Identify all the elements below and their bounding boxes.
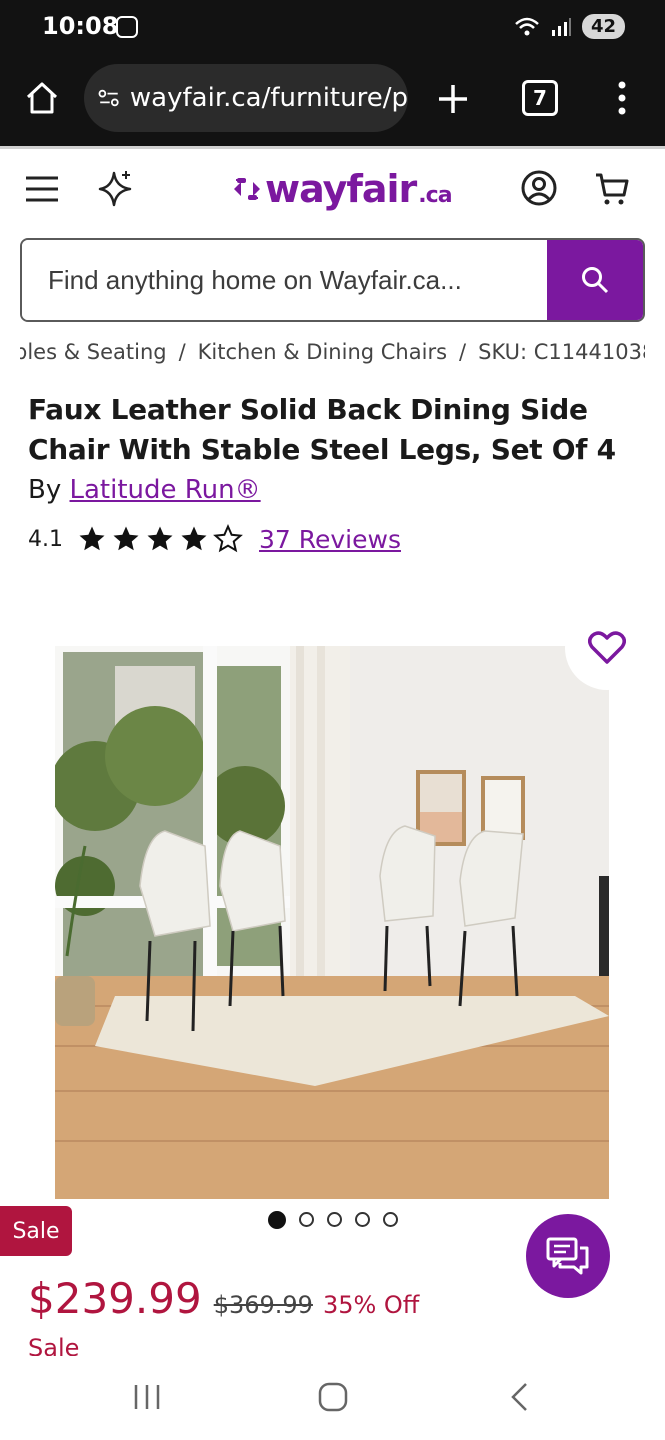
brand-byline: By Latitude Run® [28,475,261,505]
star-full-icon [181,526,207,551]
carousel-dot[interactable] [383,1212,398,1227]
status-indicators: 42 [514,14,625,39]
carousel-dots [268,1211,398,1229]
price-row: $239.99 $369.99 35% Off [28,1274,419,1323]
sale-badge: Sale [0,1206,72,1256]
more-icon[interactable] [614,80,630,116]
account-icon[interactable] [520,169,558,207]
home-icon[interactable] [24,80,60,116]
url-text: wayfair.ca/furniture/p [129,83,408,113]
wishlist-button[interactable] [565,606,649,690]
breadcrumb-separator: / [178,340,186,364]
product-photo [55,646,609,1199]
carousel-dot[interactable] [355,1212,370,1227]
by-label: By [28,475,62,505]
menu-icon[interactable] [24,175,60,203]
breadcrumb-separator: / [459,340,467,364]
star-full-icon [79,526,105,551]
original-price: $369.99 [213,1291,313,1319]
recents-icon[interactable] [132,1382,162,1412]
rating-row: 4.1 37 Reviews [28,524,401,554]
wayfair-logo[interactable]: wayfair .ca [232,167,453,211]
rating-value: 4.1 [28,526,63,552]
battery-badge: 42 [581,14,625,39]
star-full-icon [147,526,173,551]
carousel-dot[interactable] [327,1212,342,1227]
sale-price: $239.99 [28,1274,202,1323]
cart-icon[interactable] [594,171,630,207]
product-image[interactable] [55,646,609,1199]
logo-suffix: .ca [418,183,452,208]
browser-toolbar: wayfair.ca/furniture/p 7 [0,56,665,146]
status-bar: 10:08 42 [0,0,665,56]
tabs-icon[interactable]: 7 [522,80,558,116]
breadcrumb-sku: SKU: C114410385 [478,340,645,364]
logo-mark-icon [234,178,260,200]
status-time: 10:08 [42,12,119,40]
search-input[interactable] [22,240,547,320]
screenshot-icon [116,16,138,38]
chat-button[interactable] [526,1214,610,1298]
search-button[interactable] [547,240,643,320]
system-nav-bar [0,1356,665,1440]
carousel-dot[interactable] [299,1212,314,1227]
discount-percent: 35% Off [322,1291,420,1319]
logo-text: wayfair [265,167,417,211]
search-bar [20,238,645,322]
breadcrumb-item-kitchen-dining-chairs[interactable]: Kitchen & Dining Chairs [198,340,447,364]
search-icon [582,267,609,294]
site-info-icon[interactable] [98,86,120,110]
star-full-icon [113,526,139,551]
site-header: wayfair .ca [0,149,665,231]
url-bar[interactable]: wayfair.ca/furniture/p [84,64,408,132]
brand-link[interactable]: Latitude Run® [70,475,261,505]
product-title: Faux Leather Solid Back Dining Side Chai… [28,393,616,466]
heart-icon [588,631,626,664]
wifi-icon [515,17,539,35]
home-nav-icon[interactable] [318,1382,348,1412]
breadcrumb: bles & Seating / Kitchen & Dining Chairs / S… [20,340,645,370]
new-tab-icon[interactable] [436,82,470,116]
signal-icon [551,17,571,36]
tab-count: 7 [533,86,547,110]
sparkle-icon[interactable] [98,169,134,207]
star-rating [77,524,243,554]
star-empty-icon [213,524,243,553]
breadcrumb-item-tables-seating[interactable]: bles & Seating [20,340,167,364]
back-icon[interactable] [508,1382,530,1412]
reviews-link[interactable]: 37 Reviews [259,525,401,554]
carousel-dot[interactable] [268,1211,286,1229]
chat-icon [546,1237,589,1275]
